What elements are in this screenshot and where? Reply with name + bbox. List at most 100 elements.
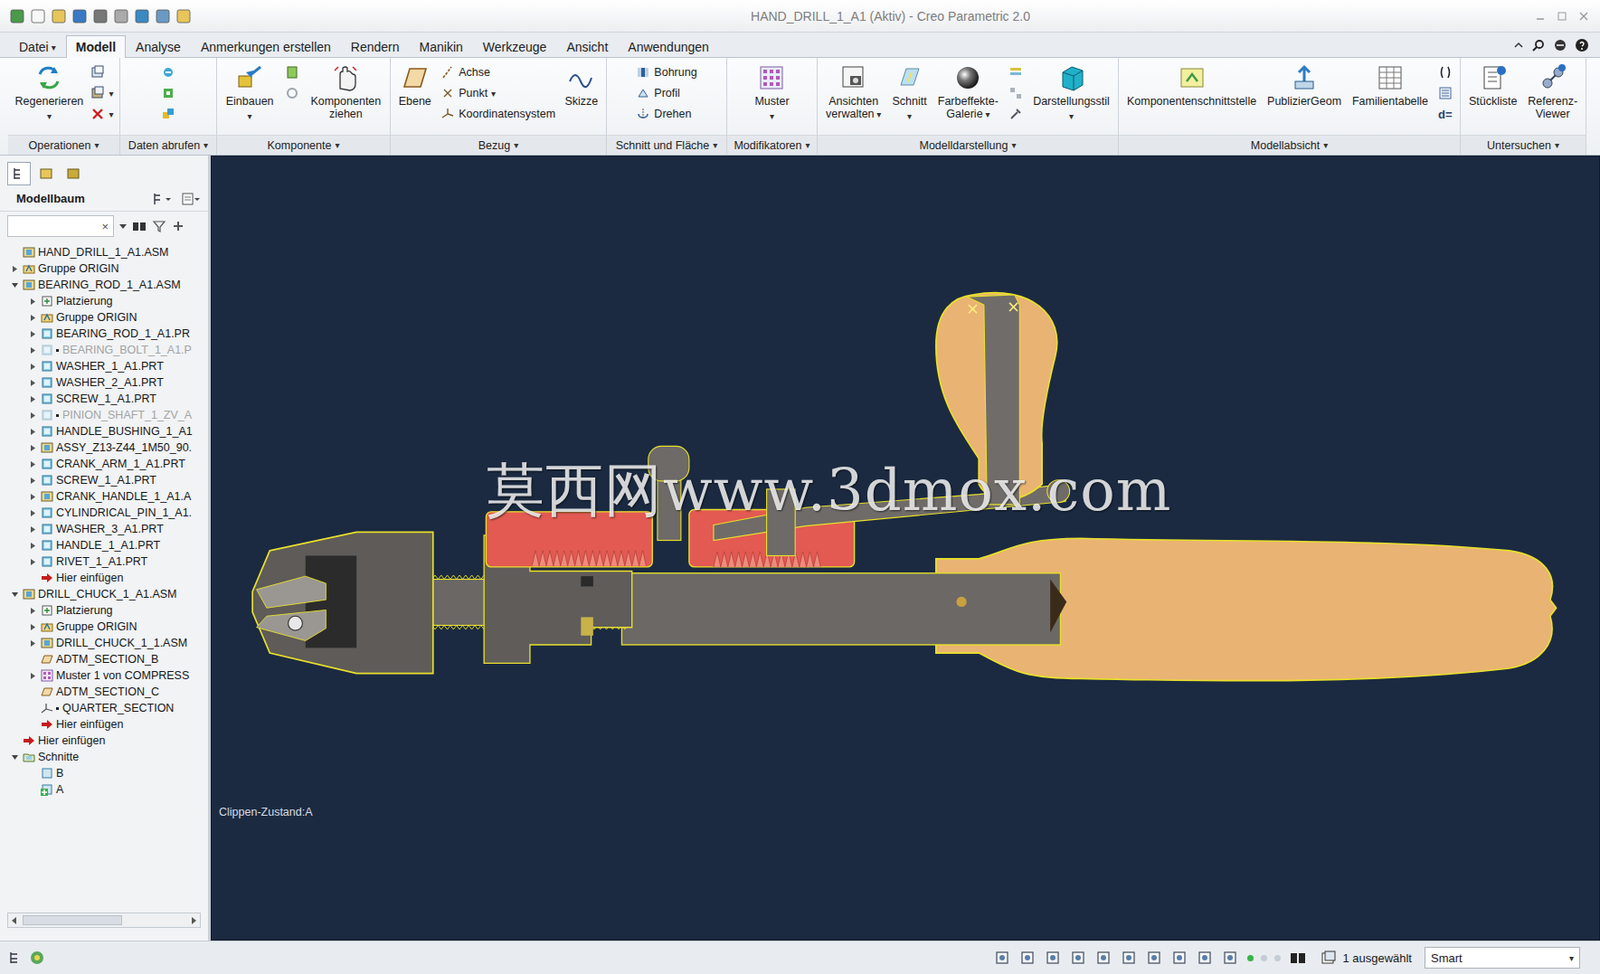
expand-icon[interactable] <box>28 606 38 616</box>
tree-item[interactable]: A <box>0 781 209 798</box>
ribbon-tab[interactable]: Anwendungen <box>617 35 720 58</box>
repaint-icon[interactable] <box>1069 949 1089 966</box>
ribbon-button[interactable]: Komponenten ziehen <box>306 61 385 123</box>
expand-icon[interactable] <box>28 362 38 371</box>
windows-icon[interactable] <box>154 8 171 25</box>
new-icon[interactable] <box>29 8 47 25</box>
expand-icon[interactable] <box>10 265 19 274</box>
tree-settings-icon[interactable] <box>151 191 172 207</box>
find-icon[interactable] <box>1287 948 1308 967</box>
ribbon-small-button[interactable]: d= <box>1435 104 1456 124</box>
ribbon-group-label[interactable]: Modellabsicht▾ <box>1118 134 1460 155</box>
ribbon-button[interactable]: Schnitt▾ <box>888 61 930 125</box>
scroll-left-icon[interactable] <box>10 917 18 925</box>
open-icon[interactable] <box>50 8 67 25</box>
ribbon-tab[interactable]: Werkzeuge <box>473 35 558 58</box>
ribbon-button[interactable]: Muster▾ <box>750 61 793 125</box>
tree-item[interactable]: Muster 1 von COMPRESS <box>0 667 209 684</box>
selection-count[interactable]: 1 ausgewählt <box>1315 946 1418 970</box>
ribbon-button[interactable]: Komponentenschnittstelle <box>1123 61 1260 110</box>
navigator-tab[interactable] <box>7 161 31 186</box>
ribbon-small-button[interactable]: ▾ <box>87 83 116 104</box>
expand-icon[interactable] <box>28 444 38 453</box>
tree-item[interactable]: B <box>0 765 209 782</box>
ribbon-group-label[interactable]: Untersuchen▾ <box>1460 134 1586 155</box>
ribbon-small-button[interactable]: Koordinatensystem <box>437 104 559 124</box>
ribbon-group-label[interactable]: Modelldarstellung▾ <box>817 134 1118 155</box>
tree-item[interactable]: ADTM_SECTION_B <box>0 651 209 668</box>
ribbon-button[interactable]: Einbauen▾ <box>222 61 278 125</box>
display-style-icon[interactable] <box>1145 949 1165 966</box>
expand-icon[interactable] <box>28 525 38 534</box>
navigator-tab[interactable] <box>61 161 86 186</box>
ribbon-small-button[interactable]: Achse <box>437 62 559 83</box>
ribbon-small-button[interactable] <box>282 62 303 83</box>
tree-item[interactable]: BEARING_ROD_1_A1.PR <box>0 325 209 342</box>
ribbon-button[interactable]: Darstellungsstil▾ <box>1029 61 1114 125</box>
close-window-icon[interactable] <box>1578 10 1590 22</box>
expand-icon[interactable] <box>28 460 38 469</box>
ribbon-small-button[interactable] <box>1435 83 1456 104</box>
ribbon-tab[interactable]: Rendern <box>340 35 410 58</box>
app-icon[interactable] <box>9 8 26 25</box>
drill-section-drawing[interactable] <box>211 156 1600 940</box>
zoom-out-icon[interactable] <box>1044 949 1063 966</box>
ribbon-button[interactable]: Skizze <box>560 61 602 110</box>
tree-item[interactable]: DRILL_CHUCK_1_1.ASM <box>0 634 209 652</box>
expand-icon[interactable] <box>28 558 38 567</box>
view-orientation-icon[interactable] <box>1095 949 1114 966</box>
expand-icon[interactable] <box>28 672 38 681</box>
tree-item[interactable]: WASHER_1_A1.PRT <box>0 358 209 375</box>
expand-icon[interactable] <box>28 411 38 420</box>
collapse-icon[interactable] <box>10 281 19 290</box>
tree-search-field[interactable]: × <box>7 215 114 237</box>
tree-item[interactable]: BEARING_ROD_1_A1.ASM <box>0 276 209 294</box>
expand-icon[interactable] <box>28 492 38 502</box>
tree-item[interactable]: Platzierung <box>0 602 209 619</box>
redo-icon[interactable] <box>113 8 130 25</box>
show-options-icon[interactable] <box>180 191 201 207</box>
annotation-icon[interactable] <box>1221 949 1241 966</box>
tree-item[interactable]: SCREW_1_A1.PRT <box>0 390 209 408</box>
ribbon-small-button[interactable] <box>1005 83 1026 104</box>
ribbon-small-button[interactable] <box>158 104 179 124</box>
ribbon-button[interactable]: Farbeffekte- Galerie ▾ <box>934 61 1003 124</box>
clear-search-button[interactable]: × <box>101 219 109 234</box>
help-icon[interactable] <box>1574 37 1590 53</box>
ribbon-small-button[interactable] <box>1005 104 1026 124</box>
expand-icon[interactable] <box>28 427 38 436</box>
minimize-ribbon-icon[interactable] <box>1513 39 1525 51</box>
tree-item[interactable]: Hier einfügen <box>0 569 209 587</box>
ribbon-button[interactable]: PublizierGeom <box>1263 61 1345 110</box>
ribbon-group-label[interactable]: Komponente▾ <box>217 134 390 155</box>
ribbon-button[interactable]: Regenerieren▾ <box>11 61 88 125</box>
ribbon-tab[interactable]: Datei▾ <box>9 35 67 58</box>
expand-icon[interactable] <box>28 378 38 388</box>
ribbon-small-button[interactable] <box>282 83 303 104</box>
scroll-right-icon[interactable] <box>190 917 198 925</box>
ribbon-tab[interactable]: Manikin <box>409 35 474 58</box>
ribbon-button[interactable]: Ebene <box>395 61 436 110</box>
tree-item[interactable]: BEARING_BOLT_1_A1.P <box>0 341 209 359</box>
expand-icon[interactable] <box>28 395 38 404</box>
tree-item[interactable]: CRANK_HANDLE_1_A1.A <box>0 488 209 505</box>
graphics-window[interactable]: 莫西网www.3dmox.comClippen-Zustand:A <box>210 155 1600 941</box>
ribbon-button[interactable]: Referenz- Viewer <box>1524 61 1582 123</box>
ribbon-group-label[interactable]: Modifikatoren▾ <box>727 134 817 155</box>
tree-item[interactable]: Hier einfügen <box>0 732 209 749</box>
collapse-icon[interactable] <box>10 753 19 762</box>
ribbon-button[interactable]: Stückliste <box>1465 61 1522 110</box>
ribbon-small-button[interactable]: ▾ <box>87 104 116 124</box>
tree-item[interactable]: CYLINDRICAL_PIN_1_A1. <box>0 504 209 521</box>
expand-icon[interactable] <box>28 330 38 339</box>
selection-filter[interactable]: Smart▾ <box>1424 946 1581 969</box>
ribbon-small-button[interactable] <box>158 62 179 83</box>
ribbon-group-label[interactable]: Bezug▾ <box>390 134 606 155</box>
spin-center-icon[interactable] <box>1196 949 1215 966</box>
zoom-in-icon[interactable] <box>1019 949 1038 966</box>
tree-item[interactable]: HANDLE_BUSHING_1_A1 <box>0 423 209 440</box>
minimize-icon[interactable] <box>1534 10 1546 22</box>
tree-item[interactable]: Gruppe ORIGIN <box>0 260 209 277</box>
expand-icon[interactable] <box>28 623 38 632</box>
expand-icon[interactable] <box>28 541 38 550</box>
